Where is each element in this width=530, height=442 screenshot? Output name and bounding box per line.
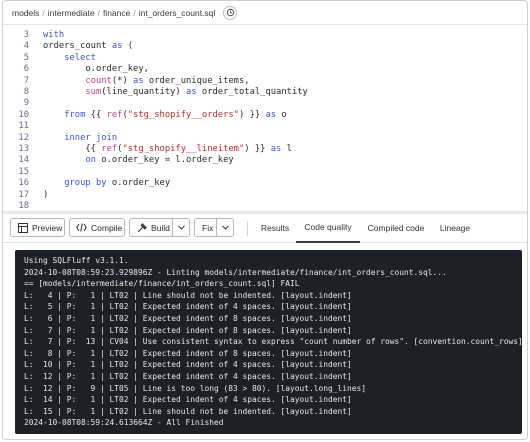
code-text: from {{ ref("stg_shopify__orders") }} as… [64,109,287,120]
breadcrumb-separator: / [97,7,100,18]
console-panel: Using SQLFluff v3.1.1. 2024-10-08T08:59:2… [3,244,527,439]
hammer-icon [135,221,148,234]
code-line[interactable]: 16 group by o.order_key [3,178,527,189]
code-line[interactable]: 10 from {{ ref("stg_shopify__orders") }}… [3,110,527,121]
fix-label: Fix [202,222,214,233]
build-label: Build [151,222,170,233]
code-editor[interactable]: 3 with 4 orders_count as (5 select 6 o.order… [3,25,527,211]
line-number: 14 [18,155,29,166]
line-number: 10 [18,109,29,120]
table-icon [16,221,29,234]
history-icon[interactable] [223,5,238,20]
console-line: L: 12 | P: 1 | LT02 | Expected indent of… [24,372,352,381]
code-line[interactable]: 8 sum(line_quantity) as order_total_quan… [3,87,527,98]
code-line[interactable]: 12 inner join [3,133,527,144]
build-button[interactable]: Build [129,218,190,237]
console-line: L: 6 | P: 1 | LT02 | Expected indent of … [24,314,352,323]
tab-lineage[interactable]: Lineage [433,213,477,243]
console-line: L: 4 | P: 1 | LT02 | Line should not be … [24,290,352,300]
code-line[interactable]: 9 [3,98,527,109]
code-text: o.order_key, [43,64,149,75]
code-line[interactable]: 15 [3,167,527,178]
lint-output[interactable]: Using SQLFluff v3.1.1. 2024-10-08T08:59:2… [15,250,523,434]
code-text: count(*) as order_unique_items, [85,75,250,86]
ide-window: models / intermediate / finance / int_or… [2,0,528,440]
compile-label: Compile [91,222,123,233]
line-number: 8 [23,87,29,97]
console-line: 2024-10-08T08:59:23.929896Z - Linting mo… [24,267,447,277]
console-line: L: 7 | P: 13 | CV04 | Use consistent syn… [24,337,523,347]
code-line[interactable]: 7 count(*) as order_unique_items, [3,76,527,87]
breadcrumb: models / intermediate / finance / int_or… [3,1,527,25]
line-number: 16 [18,178,29,189]
toolbar-divider [247,221,248,236]
line-number: 15 [18,166,29,177]
preview-button[interactable]: Preview [10,218,65,237]
code-line[interactable]: 3 with [3,30,527,41]
breadcrumb-separator: / [133,7,136,18]
breadcrumb-item-file[interactable]: int_orders_count.sql [139,8,216,18]
tab-compiled-code[interactable]: Compiled code [363,213,429,243]
line-number: 5 [23,52,29,63]
compile-button[interactable]: Compile [69,218,125,237]
code-line[interactable]: 13 {{ ref("stg_shopify__lineitem") }} as… [3,144,527,155]
line-number: 3 [23,30,29,40]
code-text: orders_count as ( [43,41,134,52]
code-text: group by o.order_key [64,178,171,189]
line-number: 4 [23,41,29,52]
console-line: L: 5 | P: 1 | LT02 | Expected indent of … [24,302,352,312]
code-line[interactable]: 4 orders_count as ( [3,41,527,52]
line-number: 13 [18,144,29,154]
line-number: 12 [18,132,29,143]
line-number: 7 [23,75,29,86]
breadcrumb-item-models[interactable]: models [12,8,39,18]
code-text: with [43,30,65,40]
tab-code-quality[interactable]: Code quality [296,213,360,243]
toolbar: Preview Compile Build Fix Results Code q… [3,213,527,243]
code-line[interactable]: 11 [3,121,527,132]
console-line: L: 7 | P: 1 | LT02 | Expected indent of … [24,325,352,335]
console-line: L: 8 | P: 1 | LT02 | Expected indent of … [24,348,352,358]
console-line: L: 15 | P: 1 | LT02 | Line should not be… [24,406,352,416]
line-number: 11 [18,121,29,132]
code-text: ) [43,189,49,200]
fix-menu-chevron-down-icon[interactable] [216,219,233,236]
breadcrumb-item-finance[interactable]: finance [103,8,130,18]
line-number: 9 [23,98,29,109]
console-line: Using SQLFluff v3.1.1. [24,256,129,265]
code-text: on o.order_key = l.order_key [85,155,234,166]
console-line: L: 12 | P: 9 | LT05 | Line is too long (… [24,383,367,393]
code-icon [75,221,88,234]
console-line: L: 10 | P: 1 | LT02 | Expected indent of… [24,360,352,370]
code-line[interactable]: 14 on o.order_key = l.order_key [3,155,527,166]
line-number: 17 [18,189,29,200]
breadcrumb-separator: / [42,7,45,18]
console-line: L: 14 | P: 1 | LT02 | Expected indent of… [24,395,352,405]
code-line[interactable]: 6 o.order_key, [3,64,527,75]
preview-label: Preview [32,222,63,233]
code-line[interactable]: 17) [3,190,527,201]
tab-results[interactable]: Results [255,213,295,243]
line-number: 6 [23,64,29,75]
build-menu-chevron-down-icon[interactable] [172,219,189,236]
console-line: == [models/intermediate/finance/int_orde… [24,279,300,289]
code-text: {{ ref("stg_shopify__lineitem") }} as l [43,144,292,154]
code-text: sum(line_quantity) as order_total_quanti… [85,87,308,97]
console-line: 2024-10-08T08:59:24.613664Z - All Finish… [24,418,224,428]
code-text: inner join [64,132,118,143]
breadcrumb-item-intermediate[interactable]: intermediate [48,8,95,18]
fix-button[interactable]: Fix [194,218,234,237]
code-line[interactable]: 5 select [3,53,527,64]
code-text: select [64,52,96,63]
